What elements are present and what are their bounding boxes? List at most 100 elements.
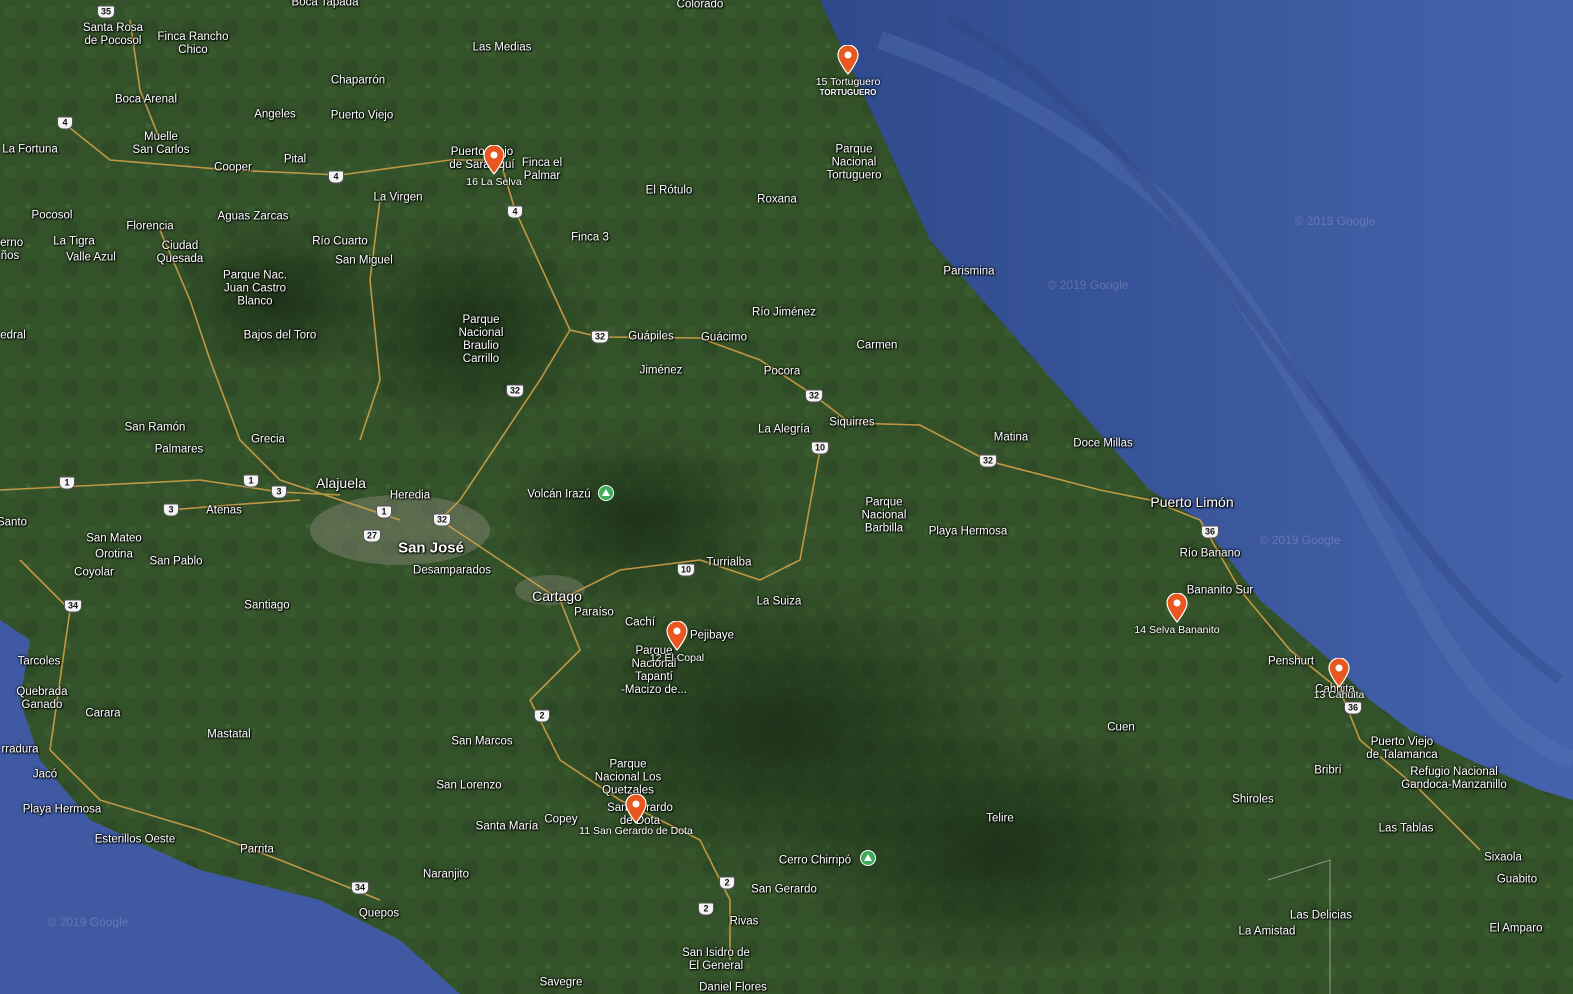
marker-title: 15 Tortuguero — [815, 76, 881, 88]
route-shield: 36 — [1343, 701, 1363, 715]
marker-label[interactable]: 15 Tortuguero TORTUGUERO — [816, 76, 881, 97]
place-label: Parque Nacional Tortuguero — [826, 143, 882, 182]
map-pin-icon[interactable] — [837, 45, 859, 75]
map-base — [0, 0, 1573, 994]
route-shield: 10 — [810, 441, 830, 455]
map-pin-icon[interactable] — [1328, 658, 1350, 688]
place-label: Guácimo — [700, 331, 748, 344]
place-label: rradura — [1, 743, 39, 756]
place-label: Boca Arenal — [114, 93, 178, 106]
place-label: San Pablo — [149, 555, 203, 568]
marker-label[interactable]: 13 Cahuita — [1314, 689, 1365, 701]
place-label: Bananito Sur — [1186, 584, 1254, 597]
place-label: San Lorenzo — [436, 779, 502, 792]
place-label: Quepos — [358, 907, 400, 920]
marker-label[interactable]: 16 La Selva — [466, 176, 521, 188]
route-shield: 2 — [534, 709, 550, 723]
place-label: Santa María — [475, 820, 539, 833]
route-shield: 35 — [96, 5, 116, 19]
place-label: terno ños — [0, 237, 24, 262]
place-label: Santo — [0, 516, 28, 529]
marker-label[interactable]: 14 Selva Bananito — [1134, 624, 1219, 636]
route-shield: 1 — [243, 474, 259, 488]
place-label: La Amistad — [1238, 925, 1296, 938]
place-label: Río Banano — [1179, 547, 1241, 560]
place-label: Parrita — [240, 843, 274, 856]
place-label: Puerto Viejo de Talamanca — [1366, 736, 1438, 761]
watermark: © 2019 Google — [1294, 214, 1376, 228]
watermark: © 2019 Google — [1259, 533, 1341, 547]
place-label: Atenas — [206, 504, 242, 517]
place-label: Tarcoles — [17, 655, 61, 668]
place-label: Pital — [283, 153, 307, 166]
place-label: Carara — [85, 707, 121, 720]
map-pin-icon[interactable] — [483, 145, 505, 175]
route-shield: 3 — [163, 503, 179, 517]
place-label: Santa Rosa de Pocosol — [82, 22, 144, 47]
place-label: Telire — [986, 812, 1014, 825]
place-label: La Alegría — [758, 423, 810, 436]
place-label: Parismina — [943, 265, 995, 278]
route-shield: 4 — [507, 205, 523, 219]
map-pin-icon[interactable] — [666, 621, 688, 651]
place-label: Muelle San Carlos — [132, 131, 190, 156]
place-label: Aguas Zarcas — [217, 210, 289, 223]
place-label: San Gerardo — [751, 883, 817, 896]
watermark: © 2019 Google — [1047, 278, 1129, 292]
place-label: Orotina — [95, 548, 133, 561]
marker-title: 12 El Copal — [649, 652, 705, 664]
place-label: Palmares — [154, 443, 204, 456]
route-shield: 36 — [1200, 525, 1220, 539]
marker-title: 16 La Selva — [466, 176, 522, 188]
place-label: Las Tablas — [1378, 822, 1434, 835]
marker-title: 13 Cahuita — [1313, 689, 1365, 701]
place-label: Mastatal — [207, 728, 251, 741]
place-label: Quebrada Ganado — [16, 686, 68, 711]
place-label: Valle Azul — [66, 251, 116, 264]
marker-title: 11 San Gerardo de Dota — [579, 825, 693, 837]
place-label: Rivas — [729, 915, 759, 928]
place-label: Heredia — [389, 489, 431, 502]
place-label: Pocora — [763, 365, 801, 378]
marker-label[interactable]: 12 El Copal — [650, 652, 704, 664]
place-label: La Tigra — [53, 235, 95, 248]
place-label: San José — [398, 539, 464, 557]
place-label: Angeles — [254, 108, 296, 121]
place-label: Guabito — [1496, 873, 1538, 886]
place-label: Cachí — [624, 616, 656, 629]
place-label: Coyolar — [74, 566, 114, 579]
route-shield: 32 — [590, 330, 610, 344]
place-label: Las Delicias — [1290, 909, 1352, 922]
map-pin-icon[interactable] — [1166, 593, 1188, 623]
place-label: Puerto Limón — [1150, 494, 1234, 510]
mountain-peak-icon — [598, 485, 614, 501]
route-shield: 34 — [63, 599, 83, 613]
route-shield: 10 — [676, 563, 696, 577]
map-pin-icon[interactable] — [625, 794, 647, 824]
satellite-map[interactable]: Boca Tapada Colorado Santa Rosa de Pocosol… — [0, 0, 1573, 994]
place-label: Santiago — [244, 599, 290, 612]
marker-label[interactable]: 11 San Gerardo de Dota — [579, 825, 693, 837]
place-label: Carmen — [856, 339, 898, 352]
route-shield: 32 — [978, 454, 998, 468]
place-label: Jacó — [32, 768, 58, 781]
place-label: Parque Nacional Braulio Carrillo — [458, 314, 504, 365]
place-label: Cartago — [532, 588, 582, 604]
place-label: Turrialba — [706, 556, 752, 569]
place-label: Parque Nacional Barbilla — [861, 496, 907, 535]
place-label: San Miguel — [335, 254, 393, 267]
place-label: Desamparados — [413, 564, 491, 577]
route-shield: 1 — [59, 476, 75, 490]
marker-title: 14 Selva Bananito — [1134, 624, 1220, 636]
place-label: Cuen — [1107, 721, 1135, 734]
place-label: El Rótulo — [645, 184, 693, 197]
place-label: Cerro Chirripó — [778, 854, 852, 867]
place-label: Paraíso — [574, 606, 614, 619]
place-label: Volcán Irazú — [527, 488, 591, 501]
place-label: Parque Nacional Los Quetzales — [594, 758, 662, 797]
place-label: Playa Hermosa — [22, 803, 102, 816]
place-label: Copey — [544, 813, 578, 826]
watermark: © 2019 Google — [47, 915, 129, 929]
place-label: San Isidro de El General — [682, 947, 750, 972]
place-label: edral — [0, 329, 26, 342]
